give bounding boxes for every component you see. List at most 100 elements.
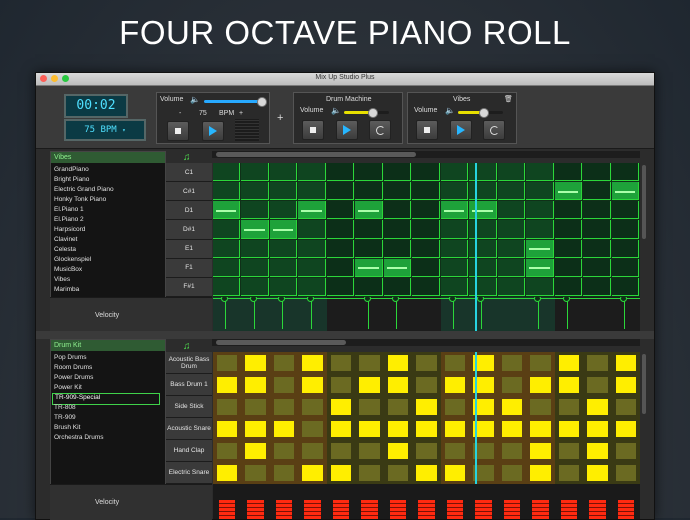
piano-cell[interactable] (355, 258, 383, 277)
piano-cell[interactable] (497, 258, 526, 277)
play-button[interactable] (202, 121, 224, 141)
drum-machine-stop-button[interactable] (302, 120, 324, 140)
drum-cell[interactable] (526, 440, 555, 462)
piano-cell[interactable] (298, 277, 326, 296)
piano-cell[interactable] (526, 239, 554, 258)
piano-cell[interactable] (611, 201, 639, 220)
piano-cell[interactable] (440, 277, 469, 296)
piano-cell[interactable] (355, 220, 383, 239)
drum-cell[interactable] (269, 374, 299, 396)
drum-cell[interactable] (213, 462, 242, 484)
drum-kit-item[interactable]: Power Drums (52, 373, 160, 383)
piano-cell[interactable] (583, 201, 611, 220)
drum-cell[interactable] (269, 440, 299, 462)
piano-cell[interactable] (440, 258, 469, 277)
drum-cell[interactable] (241, 396, 270, 418)
bpm-value[interactable]: 75 (199, 110, 207, 117)
bpm-increase-button[interactable]: + (239, 110, 243, 117)
piano-cell[interactable] (241, 239, 269, 258)
velocity-handle[interactable] (363, 297, 371, 302)
playhead[interactable] (474, 163, 477, 297)
drum-cell[interactable] (298, 418, 327, 440)
drum-velocity-bar[interactable] (361, 500, 378, 519)
piano-cell[interactable] (440, 220, 469, 239)
drum-cell[interactable] (412, 462, 441, 484)
piano-cell[interactable] (412, 239, 440, 258)
note-label[interactable]: C#1 (166, 182, 212, 202)
drum-machine-volume-knob[interactable] (367, 108, 378, 118)
drum-cell[interactable] (355, 418, 384, 440)
bpm-decrease-button[interactable]: - (179, 110, 181, 117)
piano-cell[interactable] (583, 239, 611, 258)
add-track-button[interactable]: + (277, 112, 283, 124)
instrument-item[interactable]: Celesta (52, 245, 160, 255)
drum-machine-volume-slider[interactable] (344, 108, 389, 118)
master-volume-slider[interactable] (204, 97, 267, 107)
drum-cell[interactable] (269, 462, 299, 484)
drum-scrollbar[interactable] (212, 339, 640, 346)
drum-velocity-bar[interactable] (304, 500, 321, 519)
piano-cell[interactable] (269, 201, 298, 220)
piano-cell[interactable] (213, 163, 241, 182)
piano-scroll-thumb[interactable] (216, 152, 416, 157)
drum-cell[interactable] (326, 462, 356, 484)
drum-cell[interactable] (383, 352, 413, 374)
drum-cell[interactable] (611, 396, 640, 418)
piano-cell[interactable] (412, 163, 440, 182)
drum-cell[interactable] (326, 440, 356, 462)
piano-cell[interactable] (412, 258, 440, 277)
piano-cell[interactable] (298, 182, 326, 201)
piano-cell[interactable] (383, 163, 412, 182)
piano-cell[interactable] (440, 163, 469, 182)
drum-scroll-thumb[interactable] (216, 340, 346, 345)
drum-cell[interactable] (298, 462, 327, 484)
drum-kit-item[interactable]: Orchestra Drums (52, 433, 160, 443)
piano-cell[interactable] (298, 220, 326, 239)
drum-cell[interactable] (497, 396, 527, 418)
piano-cell[interactable] (412, 182, 440, 201)
note-label[interactable]: E1 (166, 239, 212, 259)
drum-cell[interactable] (583, 440, 612, 462)
drum-cell[interactable] (611, 462, 640, 484)
piano-cell[interactable] (412, 220, 440, 239)
piano-cell[interactable] (611, 163, 639, 182)
instrument-item[interactable]: Electric Grand Piano (52, 185, 160, 195)
piano-cell[interactable] (412, 277, 440, 296)
instrument-item[interactable]: MusicBox (52, 265, 160, 275)
note-label[interactable]: D1 (166, 201, 212, 221)
piano-cell[interactable] (326, 220, 355, 239)
piano-cell[interactable] (526, 258, 554, 277)
drum-cell[interactable] (554, 374, 584, 396)
drum-cell[interactable] (213, 440, 242, 462)
piano-cell[interactable] (497, 277, 526, 296)
drum-voice-label[interactable]: Electric Snare (166, 462, 212, 484)
piano-cell[interactable] (241, 258, 269, 277)
piano-cell[interactable] (554, 277, 583, 296)
piano-cell[interactable] (326, 239, 355, 258)
drum-cell[interactable] (241, 352, 270, 374)
drum-cell[interactable] (526, 374, 555, 396)
piano-cell[interactable] (355, 201, 383, 220)
drum-cell[interactable] (554, 440, 584, 462)
drum-cell[interactable] (326, 396, 356, 418)
piano-cell[interactable] (611, 258, 639, 277)
piano-cell[interactable] (269, 220, 298, 239)
piano-cell[interactable] (355, 182, 383, 201)
drum-cell[interactable] (355, 396, 384, 418)
drum-velocity-lane[interactable] (213, 484, 640, 519)
drum-cell[interactable] (241, 374, 270, 396)
vibes-volume-knob[interactable] (478, 108, 489, 118)
drum-cell[interactable] (298, 352, 327, 374)
drum-velocity-bar[interactable] (275, 500, 293, 519)
note-label[interactable]: C1 (166, 163, 212, 183)
drum-cell[interactable] (241, 462, 270, 484)
drum-cell[interactable] (526, 352, 555, 374)
piano-cell[interactable] (583, 258, 611, 277)
drum-cell[interactable] (412, 440, 441, 462)
drum-voice-label[interactable]: Acoustic Bass Drum (166, 352, 212, 374)
drum-cell[interactable] (583, 352, 612, 374)
piano-cell[interactable] (469, 220, 497, 239)
drum-kit-item[interactable]: TR-808 (52, 403, 160, 413)
drum-machine-loop-button[interactable] (369, 120, 391, 140)
drum-kit-item[interactable]: Power Kit (52, 383, 160, 393)
